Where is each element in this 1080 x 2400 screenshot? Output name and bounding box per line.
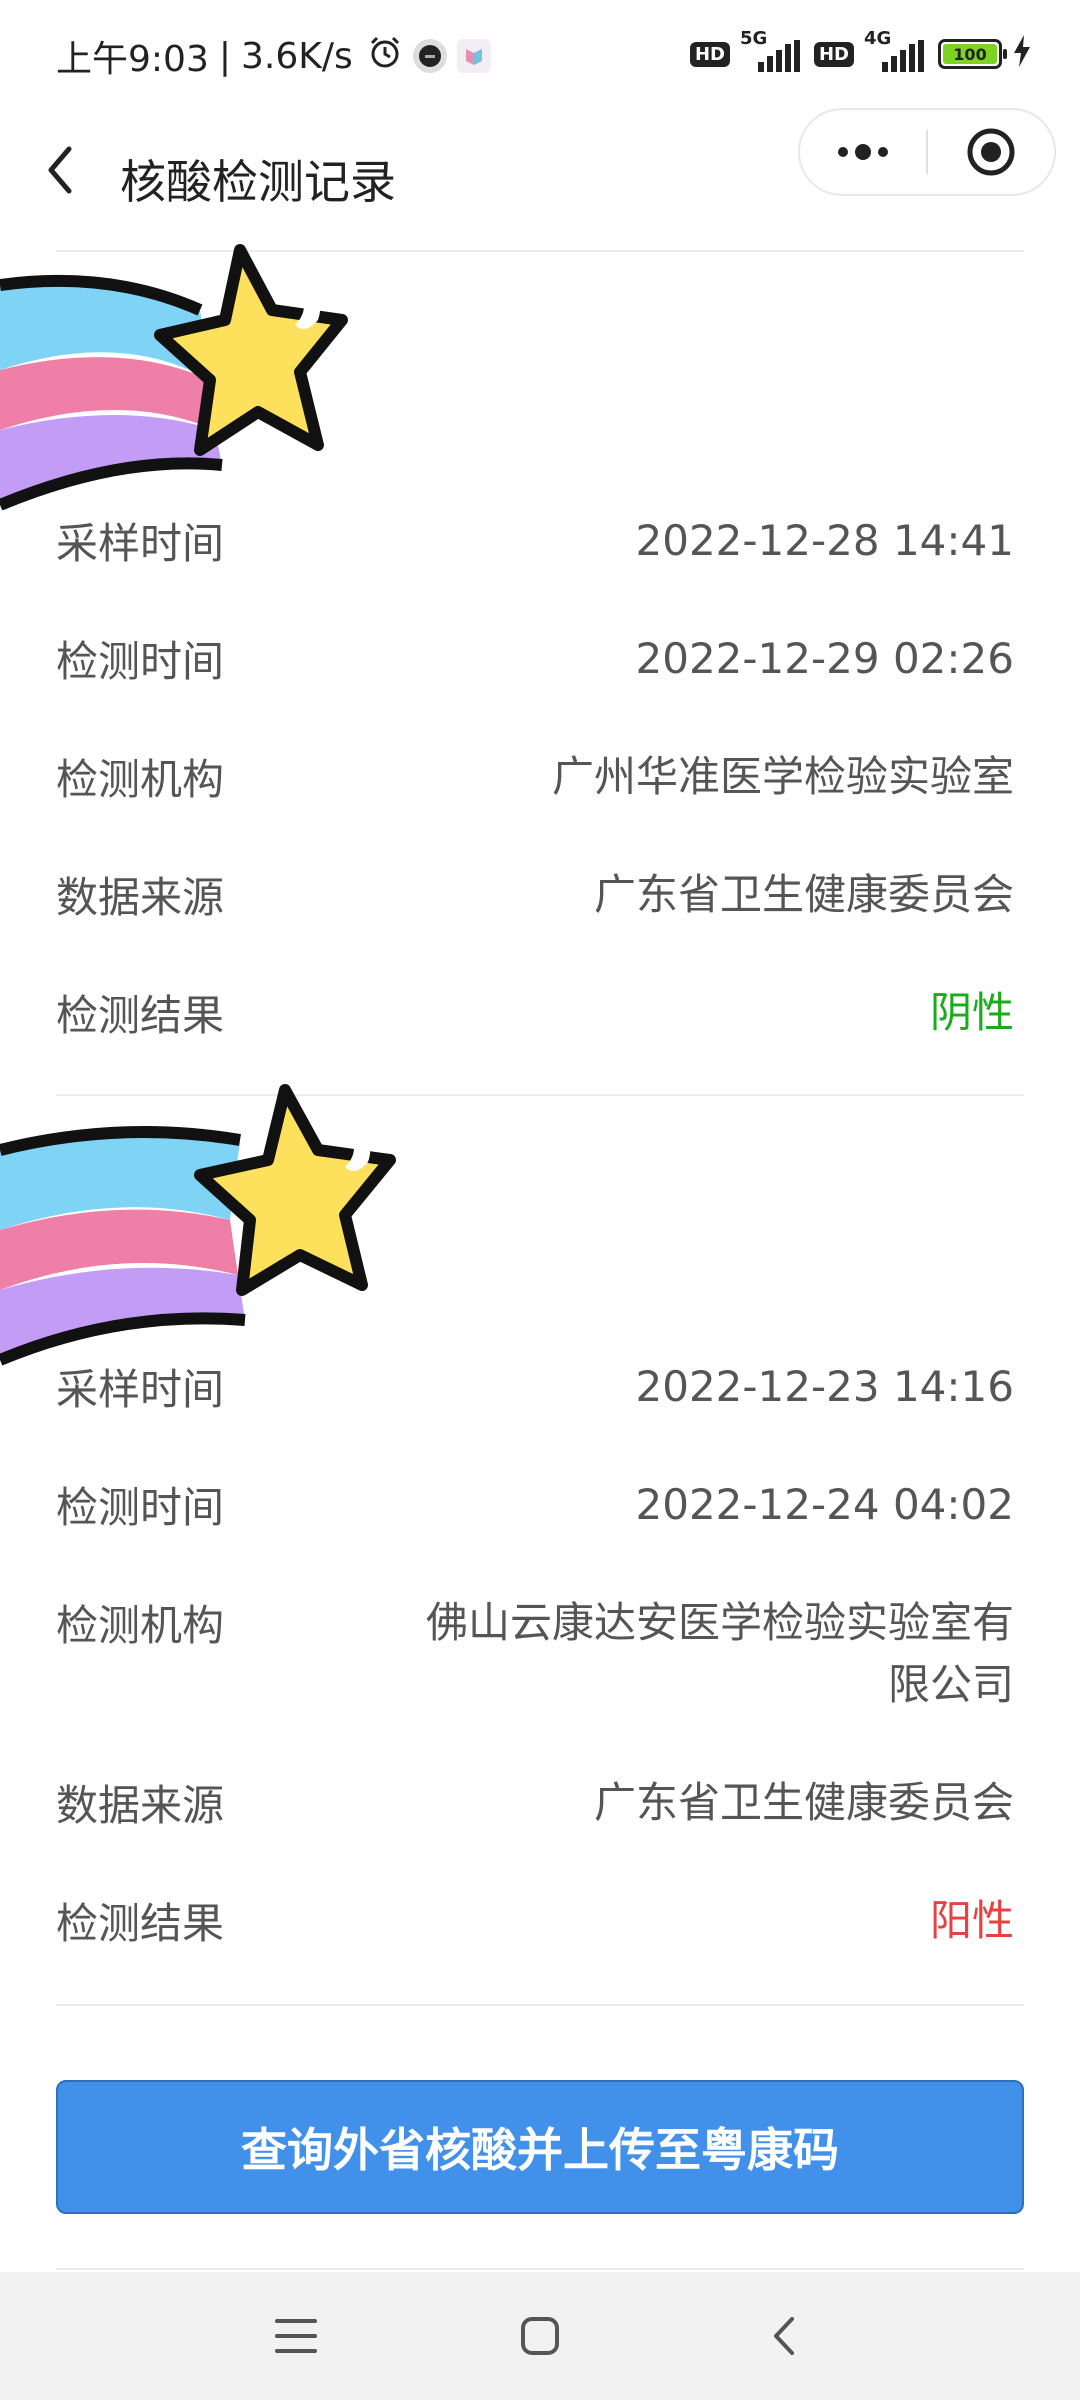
row-value: 2022-12-29 02:26	[635, 634, 1014, 683]
home-button[interactable]	[510, 2306, 570, 2366]
back-arrow-icon	[48, 146, 72, 194]
query-upload-button[interactable]: 查询外省核酸并上传至粤康码	[56, 2080, 1024, 2214]
status-left: 上午9:03 | 3.6K/s	[56, 30, 491, 82]
network-speed: 3.6K/s	[240, 35, 353, 77]
status-time: 上午9:03	[56, 39, 209, 80]
home-icon	[521, 2317, 559, 2355]
page-title: 核酸检测记录	[120, 155, 396, 209]
status-right: HD 5G HD 4G 100	[689, 28, 1032, 74]
back-button[interactable]	[36, 132, 84, 208]
hd-badge-2: HD	[813, 41, 854, 67]
row-label: 采样时间	[56, 1365, 225, 1414]
battery-icon: 100	[938, 39, 1007, 69]
star-sticker	[0, 244, 348, 510]
hd-badge: HD	[689, 41, 730, 67]
recent-apps-button[interactable]	[266, 2306, 326, 2366]
back-nav-icon	[774, 2317, 794, 2355]
status-bar: 上午9:03 | 3.6K/s HD 5G HD 4G 100	[0, 0, 1080, 108]
row-value: 广东省卫生健康委员会	[593, 1778, 1014, 1827]
result-negative: 阴性	[929, 988, 1014, 1037]
signal-5g-icon: 5G	[740, 28, 804, 74]
row-value: 广州华准医学检验实验室	[551, 752, 1014, 801]
row-value: 2022-12-28 14:41	[635, 516, 1014, 565]
result-positive: 阳性	[929, 1896, 1014, 1945]
close-button[interactable]	[928, 110, 1054, 194]
row-value-line: 限公司	[887, 1660, 1014, 1709]
row-label: 检测时间	[56, 1483, 225, 1532]
row-value: 广东省卫生健康委员会	[593, 870, 1014, 919]
app-notification-icon	[412, 39, 447, 73]
menu-icon	[275, 2319, 317, 2353]
close-target-icon	[967, 128, 1015, 176]
app-header: 核酸检测记录	[0, 108, 1080, 240]
system-nav-bar	[0, 2272, 1080, 2400]
row-label: 检测机构	[56, 755, 225, 804]
row-label: 检测结果	[56, 1899, 225, 1948]
charging-icon	[1012, 34, 1032, 74]
signal-4g-icon: 4G	[864, 28, 928, 74]
row-value: 2022-12-23 14:16	[635, 1362, 1014, 1411]
row-label: 检测结果	[56, 991, 225, 1040]
row-label: 数据来源	[56, 1781, 225, 1830]
star-sticker	[0, 1084, 396, 1366]
status-separator: |	[218, 35, 231, 77]
row-value-line: 佛山云康达安医学检验实验室有	[425, 1598, 1014, 1647]
row-value: 佛山云康达安医学检验实验室有 限公司	[374, 1592, 1014, 1716]
row-label: 检测机构	[56, 1601, 225, 1650]
alarm-icon	[367, 34, 403, 79]
app-notification-icon-2	[456, 39, 491, 73]
row-label: 采样时间	[56, 519, 225, 568]
more-button[interactable]	[800, 110, 926, 194]
miniprogram-capsule	[798, 108, 1056, 196]
row-label: 数据来源	[56, 873, 225, 922]
row-value: 2022-12-24 04:02	[635, 1480, 1014, 1529]
divider	[56, 2268, 1024, 2270]
more-dots-icon	[838, 144, 888, 160]
nav-back-button[interactable]	[754, 2306, 814, 2366]
divider	[56, 2004, 1024, 2006]
row-label: 检测时间	[56, 637, 225, 686]
